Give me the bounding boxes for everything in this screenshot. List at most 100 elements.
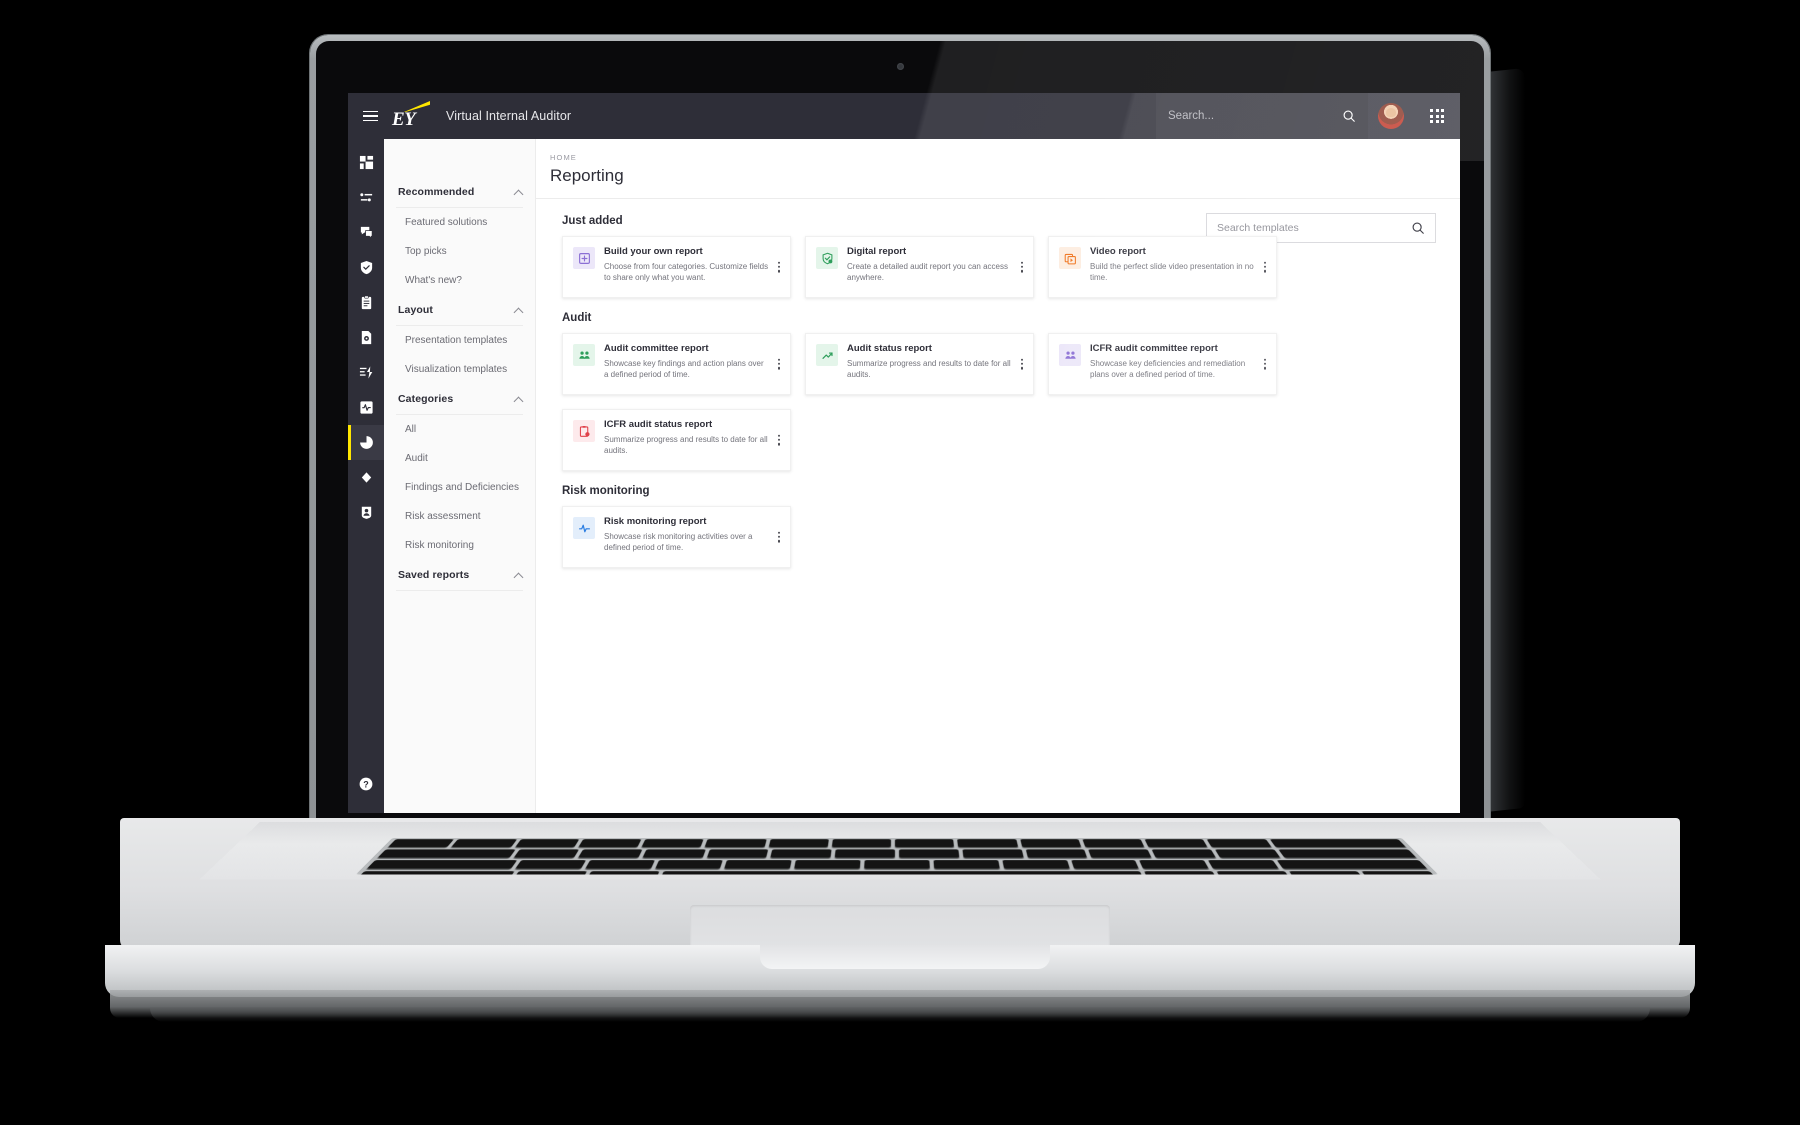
rail-item-dashboard[interactable]: [348, 145, 384, 180]
template-search-input[interactable]: [1217, 222, 1405, 234]
card-build-your-own-report[interactable]: Build your own report Choose from four c…: [562, 236, 791, 298]
kebab-menu-icon[interactable]: [775, 356, 783, 373]
chevron-up-icon[interactable]: [514, 395, 523, 404]
rail-item-help[interactable]: ?: [348, 766, 384, 801]
trend-arrow-icon: [816, 344, 838, 366]
card-body: Audit committee report Showcase key find…: [604, 343, 782, 381]
panel-group-header-saved-reports[interactable]: Saved reports: [396, 560, 523, 591]
ey-logo-text: EY: [392, 110, 415, 131]
global-search-input[interactable]: [1168, 110, 1334, 122]
search-icon[interactable]: [1342, 109, 1356, 123]
keyboard-row: [360, 859, 1433, 870]
top-bar-right: [1156, 93, 1460, 139]
kebab-menu-icon[interactable]: [775, 432, 783, 449]
plus-square-icon: [573, 247, 595, 269]
panel-item-findings-and-deficiencies[interactable]: Findings and Deficiencies: [396, 473, 523, 502]
rail-item-chat[interactable]: [348, 215, 384, 250]
user-avatar[interactable]: [1368, 93, 1414, 139]
card-video-report[interactable]: Video report Build the perfect slide vid…: [1048, 236, 1277, 298]
keyboard-row: [382, 838, 1412, 848]
webcam-icon: [897, 63, 904, 70]
hamburger-icon[interactable]: [348, 111, 392, 122]
panel-group-header-layout[interactable]: Layout: [396, 295, 523, 326]
panel-group-recommended: Recommended Featured solutions Top picks…: [384, 177, 535, 295]
panel-item-top-picks[interactable]: Top picks: [396, 237, 523, 266]
svg-text:?: ?: [363, 779, 369, 789]
card-description: Summarize progress and results to date f…: [847, 358, 1013, 381]
help-circle-icon: ?: [358, 776, 374, 792]
kebab-menu-icon[interactable]: [1018, 356, 1026, 373]
kebab-menu-icon[interactable]: [775, 529, 783, 546]
panel-group-header-recommended[interactable]: Recommended: [396, 177, 523, 208]
card-icfr-audit-status-report[interactable]: ICFR audit status report Summarize progr…: [562, 409, 791, 471]
rail-item-monitoring[interactable]: [348, 390, 384, 425]
panel-item-visualization-templates[interactable]: Visualization templates: [396, 355, 523, 384]
panel-item-all[interactable]: All: [396, 415, 523, 444]
card-audit-committee-report[interactable]: Audit committee report Showcase key find…: [562, 333, 791, 395]
laptop-lid-side: [1485, 68, 1525, 812]
pulse-icon: [573, 517, 595, 539]
panel-item-risk-monitoring[interactable]: Risk monitoring: [396, 531, 523, 560]
keyboard-row: [371, 848, 1422, 859]
panel-group-header-categories[interactable]: Categories: [396, 384, 523, 415]
panel-group-title: Categories: [398, 393, 453, 405]
user-badge-icon: [359, 505, 374, 520]
panel-item-presentation-templates[interactable]: Presentation templates: [396, 326, 523, 355]
people-group-icon: [1059, 344, 1081, 366]
rail-item-list[interactable]: [348, 180, 384, 215]
global-search[interactable]: [1156, 93, 1368, 139]
card-digital-report[interactable]: Digital report Create a detailed audit r…: [805, 236, 1034, 298]
kebab-menu-icon[interactable]: [1261, 356, 1269, 373]
laptop-lid: EY Virtual Internal Auditor Search... ? …: [310, 35, 1490, 825]
pie-chart-icon: [359, 435, 374, 450]
panel-group-title: Saved reports: [398, 569, 469, 581]
section-audit: Audit Audit committee report Showcase ke…: [562, 312, 1434, 471]
card-icfr-audit-committee-report[interactable]: ICFR audit committee report Showcase key…: [1048, 333, 1277, 395]
templates-area: Just added: [536, 199, 1460, 568]
app-body: ? Recommended Featured solutions Top pic…: [348, 139, 1460, 813]
application-window: EY Virtual Internal Auditor Search... ? …: [348, 93, 1460, 813]
card-body: ICFR audit status report Summarize progr…: [604, 419, 782, 457]
panel-item-risk-assessment[interactable]: Risk assessment: [396, 502, 523, 531]
kebab-menu-icon[interactable]: [1261, 259, 1269, 276]
breadcrumb[interactable]: HOME: [550, 153, 1460, 162]
icon-rail: ?: [348, 139, 384, 813]
rail-item-profile[interactable]: [348, 495, 384, 530]
section-title: Audit: [562, 312, 1434, 324]
app-title: Virtual Internal Auditor: [446, 109, 571, 123]
panel-item-featured-solutions[interactable]: Featured solutions: [396, 208, 523, 237]
search-icon[interactable]: [1411, 221, 1425, 235]
card-title: Video report: [1090, 246, 1256, 258]
card-description: Build the perfect slide video presentati…: [1090, 261, 1256, 284]
page-header: HOME Reporting: [536, 139, 1460, 186]
card-audit-status-report[interactable]: Audit status report Summarize progress a…: [805, 333, 1034, 395]
panel-group-categories: Categories All Audit Findings and Defici…: [384, 384, 535, 560]
chevron-up-icon[interactable]: [514, 188, 523, 197]
kebab-menu-icon[interactable]: [775, 259, 783, 276]
chevron-up-icon[interactable]: [514, 306, 523, 315]
rail-item-automation[interactable]: [348, 355, 384, 390]
card-grid: Audit committee report Showcase key find…: [562, 333, 1434, 471]
rail-item-assets[interactable]: [348, 460, 384, 495]
clipboard-alert-icon: [573, 420, 595, 442]
rail-item-shield[interactable]: [348, 250, 384, 285]
lightning-bolt-icon: [359, 365, 374, 380]
main-content: HOME Reporting Search templates Just add…: [536, 139, 1460, 813]
chevron-up-icon[interactable]: [514, 571, 523, 580]
card-risk-monitoring-report[interactable]: Risk monitoring report Showcase risk mon…: [562, 506, 791, 568]
app-grid-icon[interactable]: [1414, 93, 1460, 139]
panel-group-title: Layout: [398, 304, 433, 316]
check-shield-icon: [816, 247, 838, 269]
card-body: Build your own report Choose from four c…: [604, 246, 782, 284]
section-risk-monitoring: Risk monitoring Risk monitoring report S…: [562, 485, 1434, 568]
card-description: Showcase key findings and action plans o…: [604, 358, 770, 381]
kebab-menu-icon[interactable]: [1018, 259, 1026, 276]
rail-item-document[interactable]: [348, 320, 384, 355]
laptop-mockup: EY Virtual Internal Auditor Search... ? …: [0, 0, 1800, 1125]
rail-item-clipboard[interactable]: [348, 285, 384, 320]
panel-item-whats-new[interactable]: What's new?: [396, 266, 523, 295]
panel-item-audit[interactable]: Audit: [396, 444, 523, 473]
page-title: Reporting: [550, 166, 1460, 186]
rail-item-reporting[interactable]: [348, 425, 384, 460]
card-title: Risk monitoring report: [604, 516, 770, 528]
